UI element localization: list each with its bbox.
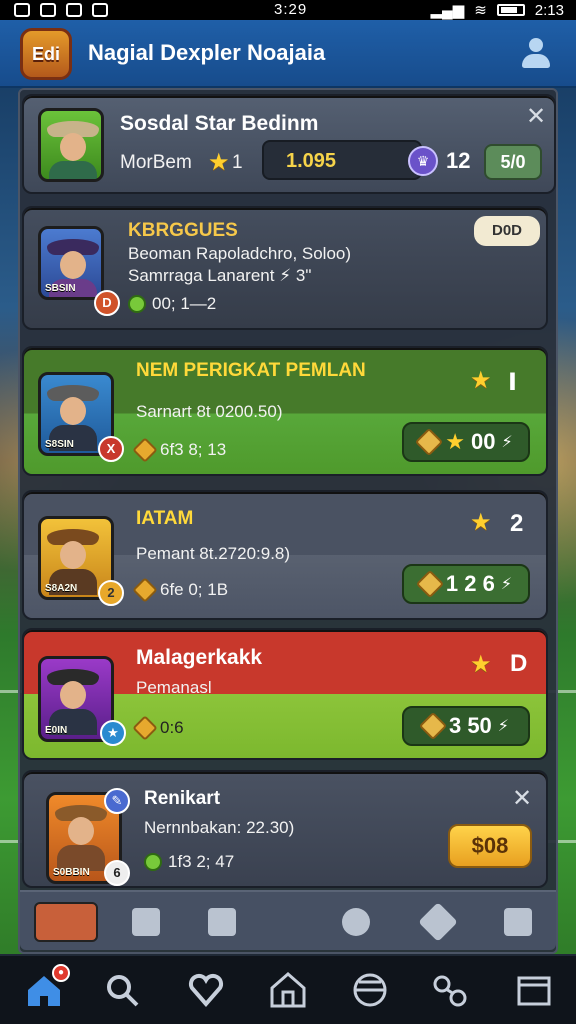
card-title: IATAM: [136, 508, 194, 529]
medal-icon: [132, 437, 158, 463]
rank-badge: 6: [104, 860, 130, 886]
tag-icon[interactable]: [418, 902, 458, 942]
card-stats: 0:6: [132, 715, 184, 741]
heart-icon[interactable]: [186, 970, 226, 1010]
card-line: Beoman Rapoladchro, Soloo): [128, 244, 352, 263]
card-icon[interactable]: [514, 970, 554, 1010]
app-icon: [92, 3, 108, 17]
user-icon[interactable]: [520, 38, 552, 70]
rank-badge: ★: [100, 720, 126, 746]
chat-icon[interactable]: [208, 908, 236, 936]
search-icon[interactable]: [102, 970, 142, 1010]
card-line: Pemant 8t.2720:9.8): [136, 544, 291, 563]
player-card[interactable]: S8SIN X NEM PERIGKAT PEMLAN Sarnart 8t 0…: [22, 346, 548, 476]
status-time-center: 3:29: [274, 1, 308, 18]
card-line: Samrraga Lanarent ⚡ 3ʺ: [128, 266, 312, 285]
close-icon[interactable]: ✕: [526, 102, 546, 131]
avatar: [38, 108, 104, 182]
medal-icon: [132, 715, 158, 741]
summary-title: Sosdal Star Bedinm: [120, 112, 319, 135]
member-label: MorBem: [120, 152, 192, 173]
status-bar: 3:29 ▂▄▆ ≋ 2:13: [0, 0, 576, 20]
card-line: Sarnart 8t 0200.50): [136, 402, 283, 421]
link-icon[interactable]: [342, 908, 370, 936]
price-button[interactable]: $08: [448, 824, 532, 868]
status-time-right: 2:13: [534, 1, 564, 19]
app-logo[interactable]: Edi: [20, 28, 72, 80]
player-card[interactable]: S0BBIN ✎ 6 Renikart Nernnbakan: 22.30) 1…: [22, 770, 548, 888]
score-value: 1.095: [286, 150, 337, 172]
summary-card[interactable]: Sosdal Star Bedinm MorBem ★ 1 1.095 ♛ 12…: [22, 94, 556, 194]
player-card[interactable]: S8A2N 2 IATAM Pemant 8t.2720:9.8) 6fe 0;…: [22, 490, 548, 620]
star-icon: ★: [470, 367, 492, 394]
player-card[interactable]: E0IN ★ Malagerkakk Pemanasl 0:6 ★ D 3 50…: [22, 628, 548, 760]
rank-badge: 2: [98, 580, 124, 606]
rank-number: Ⅰ: [508, 369, 517, 396]
team-avatars[interactable]: [34, 902, 98, 942]
gem-icon: [144, 853, 162, 871]
card-stats: 00; 1—2: [128, 294, 216, 314]
status-chip: D0D: [474, 216, 540, 246]
card-stats: 6fe 0; 1B: [132, 577, 228, 603]
tools-icon: ✎: [104, 788, 130, 814]
wifi-icon: ≋: [474, 2, 487, 19]
star-icon: ★: [470, 651, 492, 678]
star-icon: ★: [208, 149, 230, 176]
card-title: NEM PERIGKAT PEMLAN: [136, 360, 366, 381]
card-line: Nernnbakan: 22.30): [144, 818, 295, 837]
image-icon: [40, 3, 56, 17]
summary-badge: 5/0: [484, 144, 542, 180]
notification-icon: [14, 3, 30, 17]
chest-icon: [415, 427, 444, 457]
reward-pill[interactable]: 3 50 ⚡: [402, 706, 530, 746]
summary-count: 12: [446, 148, 471, 173]
avatar: SBSIN: [38, 226, 104, 300]
card-title: KBRGGUES: [128, 220, 238, 241]
member-stars: 1: [232, 152, 243, 173]
sub-tab-bar: [20, 890, 556, 950]
chest-icon: [418, 711, 448, 741]
notification-badge: ●: [52, 964, 70, 982]
chest-icon: [415, 569, 445, 599]
medal-icon: [132, 577, 158, 603]
battery-icon: [496, 4, 525, 16]
player-card[interactable]: SBSIN D KBRGGUES Beoman Rapoladchro, Sol…: [22, 206, 548, 330]
link-icon[interactable]: [430, 970, 470, 1010]
signal-icon: ▂▄▆: [430, 2, 465, 19]
trophy-icon: ♛: [408, 146, 438, 176]
bottom-navigation: ●: [0, 954, 576, 1024]
globe-icon[interactable]: [350, 970, 390, 1010]
card-stats: 1f3 2; 47: [144, 852, 234, 872]
reward-pill[interactable]: ★ 00 ⚡: [402, 422, 530, 462]
card-title: Malagerkakk: [136, 646, 263, 669]
home-icon[interactable]: [132, 908, 160, 936]
rank-number: D: [510, 650, 528, 677]
gem-icon: [128, 295, 146, 313]
house-icon[interactable]: [268, 970, 308, 1010]
star-icon: ★: [470, 509, 492, 536]
rank-badge: X: [98, 436, 124, 462]
rank-badge: D: [94, 290, 120, 316]
score-box: 1.095: [262, 140, 422, 180]
card-icon[interactable]: [504, 908, 532, 936]
app-icon: [66, 3, 82, 17]
rank-number: 2: [510, 510, 524, 537]
close-icon[interactable]: ✕: [512, 784, 532, 813]
card-line: Pemanasl: [136, 678, 212, 697]
card-title: Renikart: [144, 788, 221, 809]
card-stats: 6f3 8; 13: [132, 437, 226, 463]
reward-pill[interactable]: 1 2 6 ⚡: [402, 564, 530, 604]
app-header: Edi Nagial Dexpler Noajaia: [0, 20, 576, 88]
app-title: Nagial Dexpler Noajaia: [88, 40, 326, 65]
